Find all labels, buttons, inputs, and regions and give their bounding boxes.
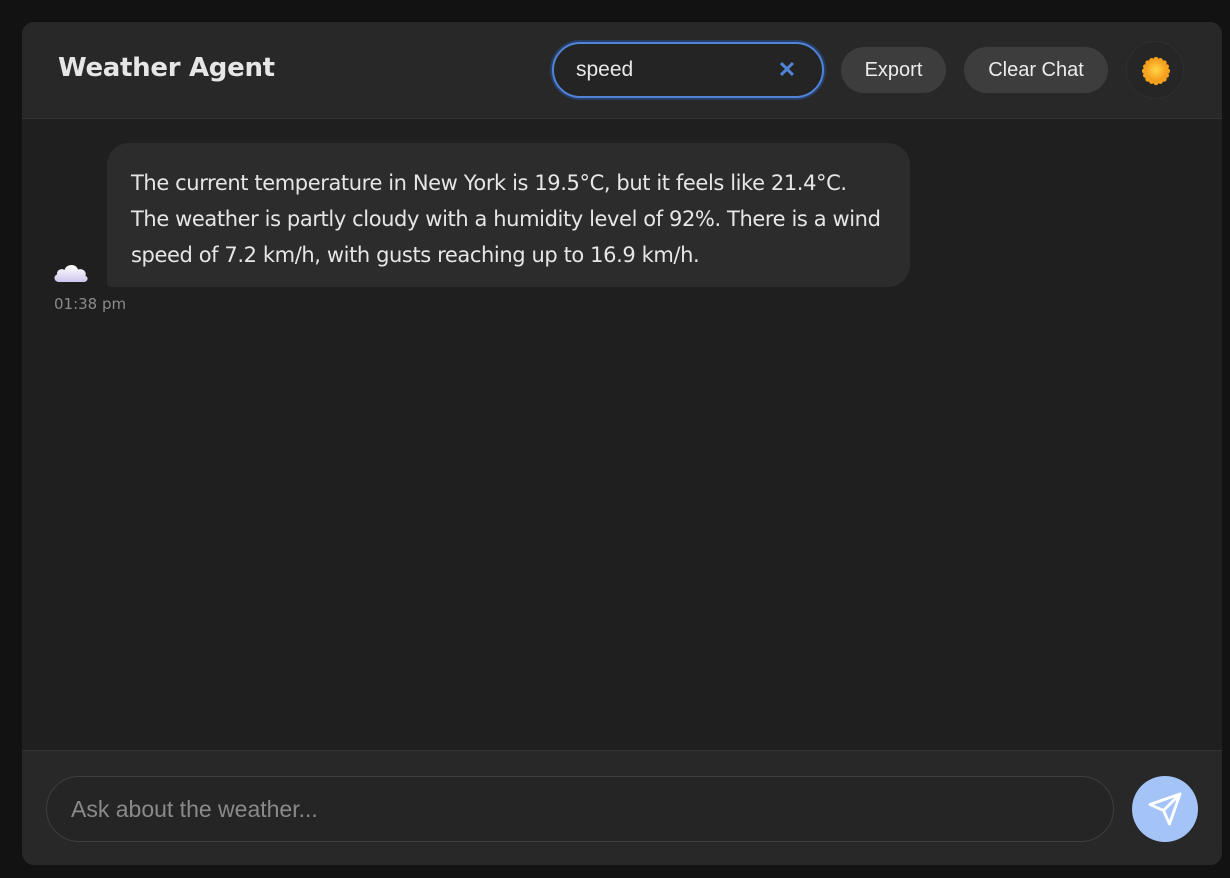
clear-chat-button[interactable]: Clear Chat — [964, 47, 1108, 93]
export-button[interactable]: Export — [841, 47, 946, 93]
search-input[interactable] — [576, 58, 766, 82]
send-button[interactable] — [1132, 776, 1198, 842]
message-timestamp: 01:38 pm — [54, 295, 127, 313]
app-header: Weather Agent ✕ Export Clear Chat — [22, 22, 1222, 119]
message-list: The current temperature in New York is 1… — [22, 119, 1222, 750]
app-title: Weather Agent — [58, 53, 275, 83]
composer — [22, 750, 1222, 865]
search-box[interactable]: ✕ — [552, 42, 824, 98]
theme-toggle-button[interactable] — [1126, 41, 1184, 99]
send-icon — [1148, 792, 1182, 826]
sun-icon — [1141, 56, 1171, 86]
cloud-icon — [52, 257, 90, 285]
assistant-message-bubble: The current temperature in New York is 1… — [107, 143, 910, 287]
close-icon[interactable]: ✕ — [776, 59, 798, 81]
chat-app: Weather Agent ✕ Export Clear Chat — [22, 22, 1222, 865]
message-input[interactable] — [46, 776, 1114, 842]
